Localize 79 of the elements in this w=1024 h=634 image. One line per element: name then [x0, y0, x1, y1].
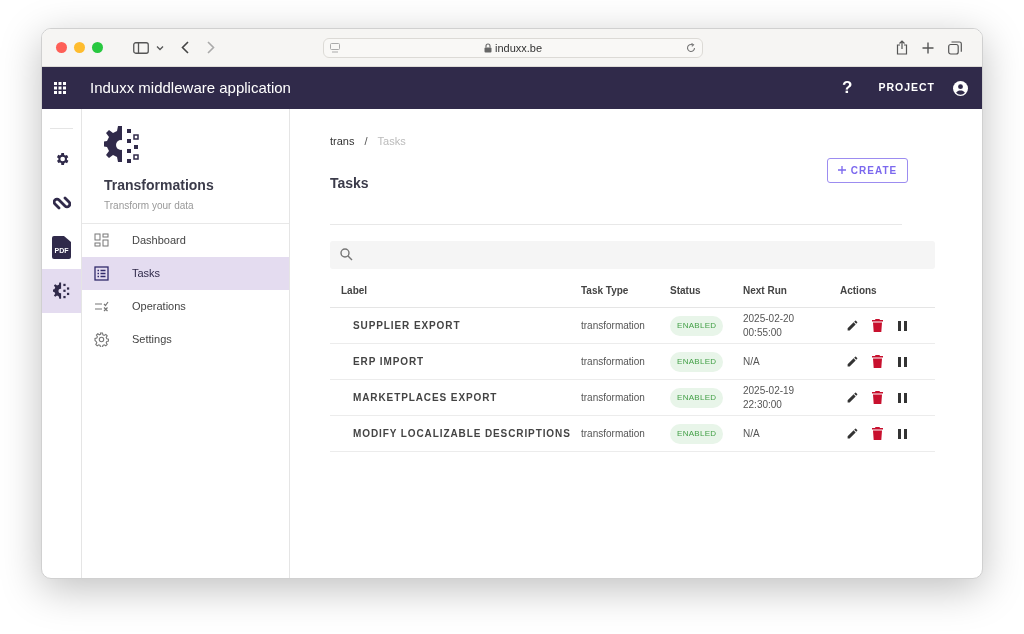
new-tab-icon[interactable] — [922, 41, 934, 54]
breadcrumb-separator: / — [364, 134, 368, 149]
trash-icon — [872, 391, 883, 404]
column-header: Actions — [840, 285, 877, 297]
grid-icon — [94, 233, 109, 248]
lock-icon — [483, 43, 492, 53]
pause-button[interactable] — [896, 390, 909, 405]
delete-button[interactable] — [871, 390, 884, 405]
apps-grid-icon[interactable] — [54, 82, 66, 94]
close-window-button[interactable] — [56, 42, 67, 53]
gear-dots-icon — [52, 282, 71, 300]
help-button[interactable]: ? — [838, 75, 857, 101]
column-header: Next Run — [743, 285, 787, 297]
address-bar[interactable]: induxx.be — [323, 38, 703, 58]
breadcrumb-link[interactable]: trans — [330, 133, 355, 150]
pause-icon — [898, 356, 907, 367]
edit-button[interactable] — [846, 354, 859, 369]
checklist-icon — [94, 299, 109, 314]
link-icon — [52, 196, 71, 210]
status-chip: ENABLED — [670, 315, 724, 336]
page-icon — [330, 43, 340, 53]
task-type: transformation — [581, 392, 645, 403]
edit-icon — [846, 355, 859, 368]
pause-button[interactable] — [896, 318, 909, 333]
next-run: N/A — [743, 354, 761, 369]
pause-button[interactable] — [896, 354, 909, 369]
trash-icon — [872, 427, 883, 440]
column-header: Status — [670, 285, 701, 297]
task-label: MODIFY LOCALIZABLE DESCRIPTIONS — [353, 428, 571, 439]
status-chip: ENABLED — [670, 387, 724, 408]
share-icon[interactable] — [896, 40, 908, 55]
nav-item[interactable]: Tasks — [82, 257, 289, 290]
page-title: Tasks — [330, 173, 369, 193]
trash-icon — [872, 319, 883, 332]
sidebar-toggle-icon[interactable] — [133, 41, 149, 54]
task-type: transformation — [581, 428, 645, 439]
edit-icon — [846, 427, 859, 440]
plus-icon — [837, 166, 846, 174]
column-header: Label — [341, 285, 368, 297]
status-chip: ENABLED — [670, 423, 724, 444]
reload-icon[interactable] — [686, 43, 696, 53]
edit-button[interactable] — [846, 318, 859, 333]
edit-icon — [846, 319, 859, 332]
task-label: SUPPLIER EXPORT — [353, 320, 461, 331]
chevron-down-icon[interactable] — [156, 44, 164, 51]
status-chip: ENABLED — [670, 351, 724, 372]
next-run: N/A — [743, 426, 761, 441]
list-icon — [94, 266, 109, 281]
back-icon[interactable] — [181, 41, 189, 54]
column-header: Task Type — [581, 285, 629, 297]
next-run: 2025-02-19 22:30:00 — [743, 383, 796, 412]
search-field[interactable] — [330, 240, 935, 269]
account-icon[interactable] — [953, 80, 968, 96]
task-type: transformation — [581, 356, 645, 367]
sidebar-subtitle: Transform your data — [104, 199, 195, 213]
task-label: MARKETPLACES EXPORT — [353, 392, 498, 403]
edit-button[interactable] — [846, 390, 859, 405]
url-text: induxx.be — [494, 40, 543, 56]
trash-icon — [872, 355, 883, 368]
create-button[interactable]: CREATE — [827, 157, 908, 183]
pause-button[interactable] — [896, 426, 909, 441]
task-type: transformation — [581, 320, 645, 331]
pause-icon — [898, 392, 907, 403]
app-title: Induxx middleware application — [90, 77, 291, 98]
task-label: ERP IMPORT — [353, 356, 425, 367]
delete-button[interactable] — [871, 426, 884, 441]
pause-icon — [898, 320, 907, 331]
next-run: 2025-02-20 00:55:00 — [743, 311, 796, 340]
breadcrumb-current: Tasks — [377, 134, 406, 149]
delete-button[interactable] — [871, 354, 884, 369]
delete-button[interactable] — [871, 318, 884, 333]
search-icon — [340, 248, 353, 261]
pause-icon — [898, 428, 907, 439]
project-button[interactable]: PROJECT — [874, 80, 939, 96]
edit-icon — [846, 391, 859, 404]
sidebar-title: Transformations — [104, 176, 215, 195]
gear-icon — [94, 332, 109, 347]
tabs-overview-icon[interactable] — [948, 40, 962, 55]
edit-button[interactable] — [846, 426, 859, 441]
